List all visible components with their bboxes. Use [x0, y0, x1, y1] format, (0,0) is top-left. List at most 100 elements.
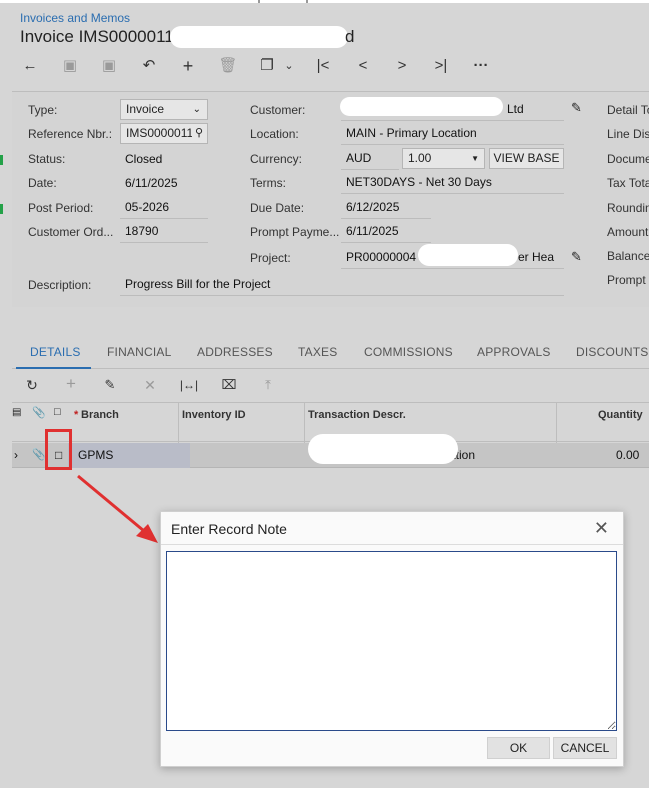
duedate-label: Due Date: — [250, 201, 305, 215]
chevron-down-icon: ⌄ — [192, 104, 201, 115]
type-select[interactable]: Invoice ⌄ — [120, 99, 208, 120]
status-indicator — [0, 204, 3, 214]
upload-icon[interactable]: ⤒ — [256, 375, 280, 395]
active-tab-indicator — [16, 367, 91, 369]
postperiod-input[interactable]: 05-2026 — [120, 197, 208, 219]
column-quantity[interactable]: Quantity — [598, 409, 643, 421]
save-icon[interactable]: ▣ — [97, 56, 121, 76]
right-label-2: Line Dis — [607, 127, 649, 141]
tab-bar: DETAILS FINANCIAL ADDRESSES TAXES COMMIS… — [12, 337, 649, 369]
tab-discounts[interactable]: DISCOUNTS — [576, 345, 648, 359]
customer-label: Customer: — [250, 103, 306, 117]
project-value-tail: er Hea — [518, 250, 555, 264]
refnbr-input[interactable]: IMS0000011 ⚲ — [120, 123, 208, 144]
redacted-region — [308, 434, 458, 464]
custord-input[interactable]: 18790 — [120, 221, 208, 243]
customer-value-tail: Ltd — [507, 102, 524, 116]
quantity-value: 0.00 — [616, 448, 640, 462]
branch-value: GPMS — [78, 448, 114, 462]
more-icon[interactable]: ··· — [469, 56, 493, 76]
currency-label: Currency: — [250, 152, 303, 166]
branch-cell[interactable]: GPMS — [68, 443, 190, 468]
delete-icon[interactable]: 🗑 — [216, 56, 240, 76]
refnbr-value: IMS0000011 — [126, 126, 192, 140]
first-record-icon[interactable]: |< — [311, 56, 335, 76]
description-input[interactable]: Progress Bill for the Project — [120, 274, 564, 296]
next-record-icon[interactable]: > — [390, 56, 414, 76]
expand-row-icon[interactable]: › — [14, 448, 18, 462]
currency-input[interactable]: AUD — [341, 148, 399, 170]
chevron-down-icon[interactable]: ⌄ — [277, 56, 301, 76]
note-icon: □ — [54, 406, 61, 418]
save-close-icon[interactable]: ▣ — [58, 56, 82, 76]
add-row-icon[interactable]: + — [59, 374, 83, 394]
breadcrumb[interactable]: Invoices and Memos — [20, 11, 130, 25]
rate-select[interactable]: 1.00 ▼ — [402, 148, 485, 169]
promptpay-label: Prompt Payme... — [250, 225, 340, 239]
search-icon[interactable]: ⚲ — [195, 124, 203, 143]
column-divider — [304, 403, 305, 443]
tab-approvals[interactable]: APPROVALS — [477, 345, 551, 359]
status-indicator — [0, 155, 3, 165]
description-label: Description: — [28, 278, 92, 292]
location-input[interactable]: MAIN - Primary Location — [341, 123, 564, 145]
edit-project-icon[interactable]: ✎ — [571, 249, 582, 265]
last-record-icon[interactable]: >| — [429, 56, 453, 76]
project-value: PR00000004 — [346, 250, 417, 264]
edit-customer-icon[interactable]: ✎ — [571, 100, 582, 116]
note-textarea[interactable] — [166, 551, 617, 731]
attachment-icon: 📎 — [32, 407, 46, 419]
column-branch[interactable]: Branch — [81, 409, 119, 421]
rate-value: 1.00 — [408, 151, 432, 165]
dialog-divider — [161, 544, 623, 545]
right-label-5: Roundin — [607, 201, 649, 215]
edit-icon[interactable]: ✎ — [98, 375, 122, 395]
fit-columns-icon[interactable]: |↔| — [177, 375, 201, 395]
column-transaction-descr[interactable]: Transaction Descr. — [308, 409, 406, 421]
redacted-region — [170, 26, 348, 48]
undo-icon[interactable]: ↶ — [137, 56, 161, 76]
tab-addresses[interactable]: ADDRESSES — [197, 345, 273, 359]
date-value: 6/11/2025 — [125, 176, 178, 190]
right-label-6: Amount: — [607, 225, 649, 239]
right-label-1: Detail To — [607, 103, 649, 117]
export-excel-icon[interactable]: ⌧ — [217, 375, 241, 395]
back-icon[interactable]: ← — [18, 56, 42, 76]
status-label: Status: — [28, 152, 66, 166]
window-top-bar — [0, 0, 649, 3]
attachment-icon[interactable]: 📎 — [32, 448, 46, 461]
row-status-icon: ▤ — [12, 407, 22, 418]
refnbr-label: Reference Nbr.: — [28, 127, 113, 141]
record-note-dialog: Enter Record Note ✕ OK CANCEL — [160, 511, 624, 767]
right-label-3: Docume — [607, 152, 649, 166]
date-label: Date: — [28, 176, 57, 190]
tab-commissions[interactable]: COMMISSIONS — [364, 345, 453, 359]
previous-record-icon[interactable]: < — [351, 56, 375, 76]
copy-paste-icon[interactable]: ❐ — [255, 56, 279, 76]
tab-financial[interactable]: FINANCIAL — [107, 345, 171, 359]
annotation-arrow — [77, 474, 158, 543]
type-label: Type: — [28, 103, 58, 117]
promptpay-input[interactable]: 6/11/2025 — [341, 221, 431, 243]
right-label-7: Balance — [607, 249, 649, 263]
cancel-button[interactable]: CANCEL — [553, 737, 617, 759]
close-icon[interactable]: ✕ — [594, 518, 609, 539]
column-divider — [178, 403, 179, 443]
refresh-icon[interactable]: ↻ — [20, 375, 44, 395]
page-title: Invoice IMS0000011 — [20, 27, 174, 46]
caret-down-icon: ▼ — [471, 154, 479, 163]
tab-taxes[interactable]: TAXES — [298, 345, 337, 359]
add-icon[interactable]: + — [176, 56, 200, 76]
terms-input[interactable]: NET30DAYS - Net 30 Days — [341, 172, 564, 194]
redacted-region — [340, 97, 503, 116]
right-label-8: Prompt I — [607, 273, 649, 287]
column-inventory-id[interactable]: Inventory ID — [182, 409, 246, 421]
postperiod-label: Post Period: — [28, 201, 94, 215]
ok-button[interactable]: OK — [487, 737, 550, 759]
type-value: Invoice — [126, 102, 165, 116]
tab-details[interactable]: DETAILS — [30, 345, 81, 359]
view-base-button[interactable]: VIEW BASE — [489, 148, 564, 169]
duedate-input[interactable]: 6/12/2025 — [341, 197, 431, 219]
delete-row-icon[interactable]: ✕ — [138, 375, 162, 395]
location-label: Location: — [250, 127, 299, 141]
